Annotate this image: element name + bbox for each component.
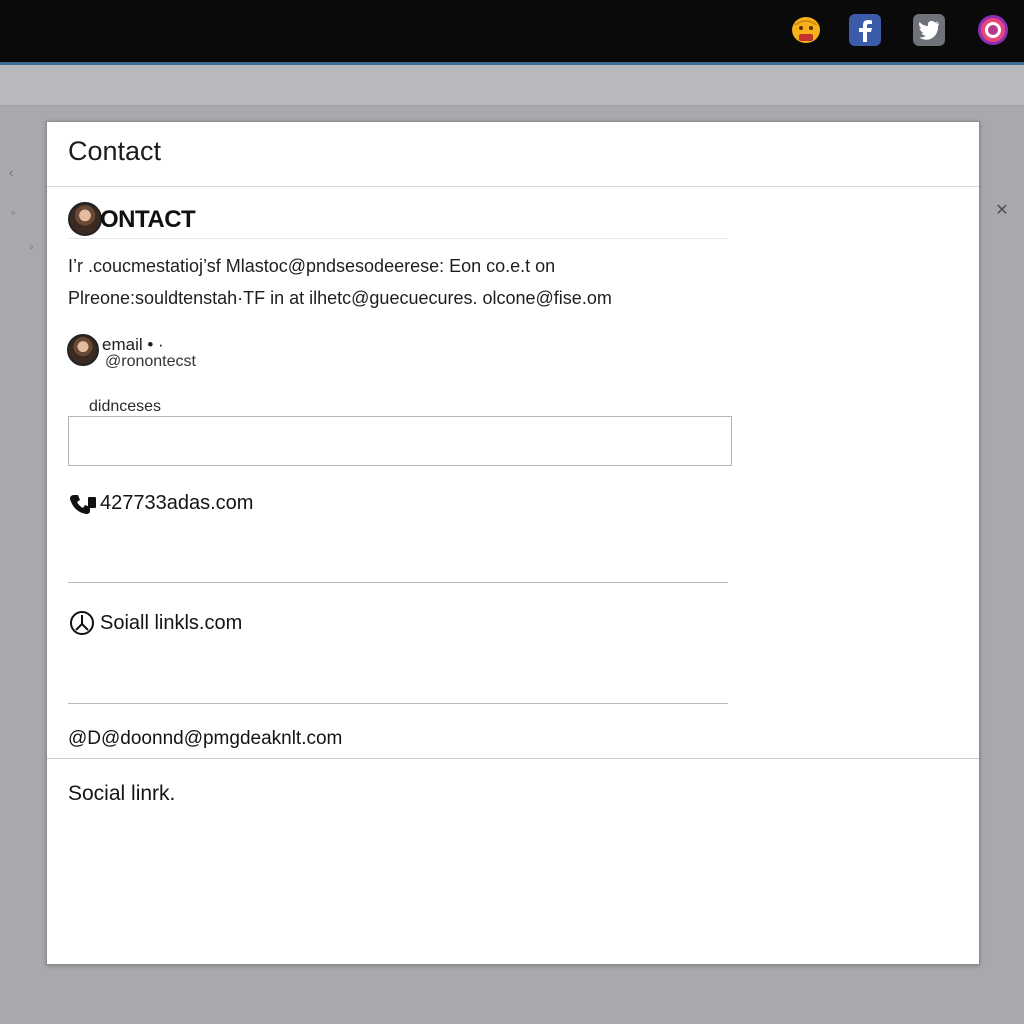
twitter-icon[interactable] — [912, 13, 946, 47]
link-icon — [68, 610, 98, 636]
backdrop-dot-icon: ◦ — [29, 239, 34, 254]
email-label: email • · — [102, 335, 164, 354]
divider — [68, 582, 728, 583]
contact-description-line: Plreone:souldtenstah·TF in at ilhetc@gue… — [68, 288, 612, 308]
avatar — [68, 202, 102, 236]
modal-title: Contact — [68, 136, 162, 166]
emoji-icon[interactable] — [789, 13, 823, 47]
input-label: didnceses — [89, 398, 162, 415]
email-contact-link[interactable]: @D@doonnd@pmgdeaknlt.com — [68, 728, 342, 750]
social-links-label: Social linrk. — [68, 782, 176, 805]
top-bar — [0, 0, 1024, 65]
contact-description-line: I’r .coucmestatioj’sf Mlastoc@pndsesodee… — [68, 256, 556, 276]
contact-text-input[interactable] — [68, 416, 732, 466]
phone-row-text: 427733adas.com — [100, 492, 254, 514]
phone-icon — [68, 491, 98, 517]
divider — [68, 703, 728, 704]
backdrop-dot-icon: ◦ — [11, 205, 16, 220]
section-heading: ONTACT — [100, 206, 196, 233]
email-avatar — [67, 334, 99, 366]
backdrop-chevron-icon: ‹ — [9, 165, 14, 180]
instagram-icon[interactable] — [976, 13, 1010, 47]
modal-header: Contact — [47, 122, 979, 187]
heading-divider — [68, 238, 728, 239]
facebook-icon[interactable] — [848, 13, 882, 47]
footer-divider — [47, 758, 979, 759]
email-subtext: @ronontecst — [105, 353, 196, 370]
backdrop-band — [0, 65, 1024, 106]
contact-modal: Contact ONTACT I’r .coucmestatioj’sf Mla… — [46, 121, 980, 965]
close-icon[interactable]: ✕ — [994, 203, 1010, 219]
social-links-row-text[interactable]: Soiall linkls.com — [100, 612, 242, 635]
